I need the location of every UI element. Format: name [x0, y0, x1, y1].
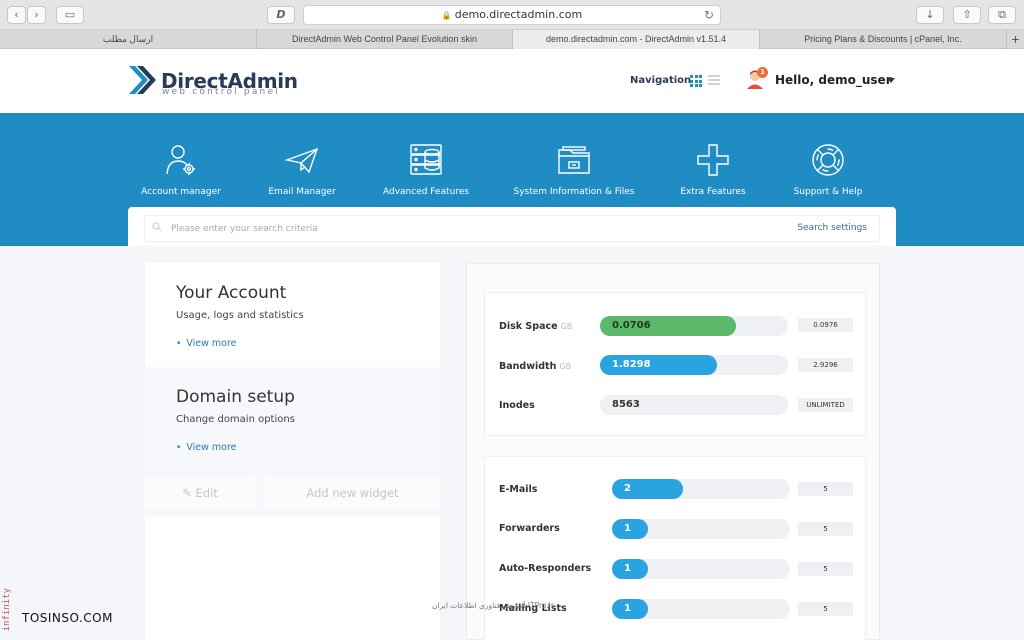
emails-label: E-Mails — [499, 484, 538, 495]
plus-icon — [697, 144, 729, 176]
menu-support-help[interactable]: Support & Help — [788, 142, 868, 197]
downloads-button[interactable]: ↓ — [916, 6, 944, 24]
domain-setup-subtitle: Change domain options — [176, 414, 295, 425]
menu-label: System Information & Files — [513, 187, 635, 197]
d-logo-button[interactable]: D — [267, 6, 295, 24]
menu-label: Extra Features — [680, 187, 746, 197]
menu-extra-features[interactable]: Extra Features — [675, 142, 751, 197]
url-text: demo.directadmin.com — [454, 8, 583, 21]
usage-panel: Disk Space GB 0.0706 0.0976 Bandwidth GB 1… — [484, 292, 866, 436]
left-panel: Your Account Usage, logs and statistics … — [145, 263, 440, 640]
pencil-icon: ✎ — [182, 486, 192, 500]
edit-widgets-button[interactable]: ✎ Edit — [145, 477, 255, 509]
tab-3[interactable]: Pricing Plans & Discounts | cPanel, Inc. — [759, 30, 1006, 49]
emails-bar: 2 — [612, 479, 790, 499]
emails-fill: 2 — [612, 479, 684, 499]
list-view-icon[interactable] — [708, 75, 720, 87]
tosinso-watermark: TOSINSO.COM — [22, 611, 113, 625]
forwarders-fill: 1 — [612, 519, 648, 539]
user-greeting[interactable]: Hello, demo_user — [775, 73, 892, 87]
tab-0[interactable]: ارسال مطلب — [0, 30, 256, 49]
browser-toolbar: ‹ › ▭ D 🔒 demo.directadmin.com ↻ ↓ ⇧ ⧉ — [0, 0, 1024, 30]
inodes-limit: UNLIMITED — [798, 398, 853, 412]
tab-2-active[interactable]: demo.directadmin.com - DirectAdmin v1.51… — [512, 30, 759, 49]
your-account-title[interactable]: Your Account — [176, 283, 286, 303]
reload-icon[interactable]: ↻ — [704, 6, 714, 24]
directadmin-logo-icon[interactable] — [127, 63, 157, 97]
folder-icon — [558, 146, 590, 174]
menu-label: Support & Help — [793, 187, 863, 197]
email-stats-panel: E-Mails 2 5 Forwarders 1 5 Auto-Responde… — [484, 456, 866, 640]
bandwidth-fill: 1.8298 — [600, 355, 718, 375]
your-account-view-more-link[interactable]: View more — [176, 338, 236, 349]
sidebar-toggle-button[interactable]: ▭ — [56, 6, 84, 24]
disk-space-limit: 0.0976 — [798, 318, 853, 332]
mailing-lists-fill: 1 — [612, 599, 648, 619]
search-box: Search settings — [144, 215, 880, 242]
navigation-label: Navigation — [630, 75, 692, 86]
add-new-widget-button[interactable]: Add new widget — [265, 477, 440, 509]
menu-system-info-files[interactable]: System Information & Files — [510, 142, 638, 197]
tab-bar: ارسال مطلب DirectAdmin Web Control Panel… — [0, 30, 1024, 49]
disk-space-label: Disk Space GB — [499, 321, 573, 332]
notification-badge[interactable]: 1 — [757, 67, 768, 78]
search-icon — [152, 222, 162, 232]
menu-label: Account manager — [141, 187, 221, 197]
your-account-subtitle: Usage, logs and statistics — [176, 310, 304, 321]
itpro-watermark: آموزش فناوری اطلاعات ایران ITPro.ir — [432, 601, 554, 610]
paper-plane-icon — [284, 147, 319, 174]
domain-setup-view-more-link[interactable]: View more — [176, 442, 236, 453]
emails-limit: 5 — [798, 482, 853, 496]
forwarders-limit: 5 — [798, 522, 853, 536]
menu-email-manager[interactable]: Email Manager — [262, 142, 342, 197]
forward-button[interactable]: › — [27, 6, 46, 24]
auto-responders-limit: 5 — [798, 562, 853, 576]
lifebuoy-icon — [812, 144, 844, 176]
server-database-icon — [410, 144, 442, 175]
inodes-bar: 8563 — [600, 395, 788, 415]
user-menu-caret-icon[interactable] — [887, 78, 895, 83]
address-bar[interactable]: 🔒 demo.directadmin.com ↻ — [303, 5, 721, 25]
infinity-watermark: infinity — [2, 588, 12, 632]
domain-setup-title[interactable]: Domain setup — [176, 387, 295, 407]
search-input[interactable] — [171, 220, 771, 238]
tabs-overview-button[interactable]: ⧉ — [988, 6, 1016, 24]
auto-responders-label: Auto-Responders — [499, 563, 592, 574]
inodes-label: Inodes — [499, 400, 535, 411]
edit-label: Edit — [195, 486, 218, 500]
bandwidth-bar: 1.8298 — [600, 355, 788, 375]
auto-responders-fill: 1 — [612, 559, 648, 579]
new-tab-button[interactable]: + — [1006, 30, 1024, 49]
inodes-value: 8563 — [612, 399, 640, 410]
auto-responders-bar: 1 — [612, 559, 790, 579]
search-settings-link[interactable]: Search settings — [797, 223, 867, 233]
share-button[interactable]: ⇧ — [953, 6, 981, 24]
menu-label: Email Manager — [268, 187, 336, 197]
menu-label: Advanced Features — [382, 187, 469, 197]
disk-space-bar: 0.0706 — [600, 316, 788, 336]
account-manager-icon — [166, 145, 195, 175]
bandwidth-label: Bandwidth GB — [499, 361, 572, 372]
lock-icon: 🔒 — [441, 11, 452, 20]
brand-subtitle: web control panel — [162, 87, 280, 97]
mailing-lists-bar: 1 — [612, 599, 790, 619]
tab-1[interactable]: DirectAdmin Web Control Panel Evolution … — [256, 30, 512, 49]
menu-advanced-features[interactable]: Advanced Features — [380, 142, 472, 197]
site-header: DirectAdmin web control panel Navigation… — [0, 49, 1024, 113]
search-bar: Search settings — [128, 207, 896, 246]
disk-space-fill: 0.0706 — [600, 316, 736, 336]
forwarders-bar: 1 — [612, 519, 790, 539]
grid-view-icon[interactable] — [690, 75, 702, 87]
menu-account-manager[interactable]: Account manager — [136, 142, 226, 197]
forwarders-label: Forwarders — [499, 523, 560, 534]
mailing-lists-limit: 5 — [798, 602, 853, 616]
bandwidth-limit: 2.9296 — [798, 358, 853, 372]
back-button[interactable]: ‹ — [7, 6, 26, 24]
